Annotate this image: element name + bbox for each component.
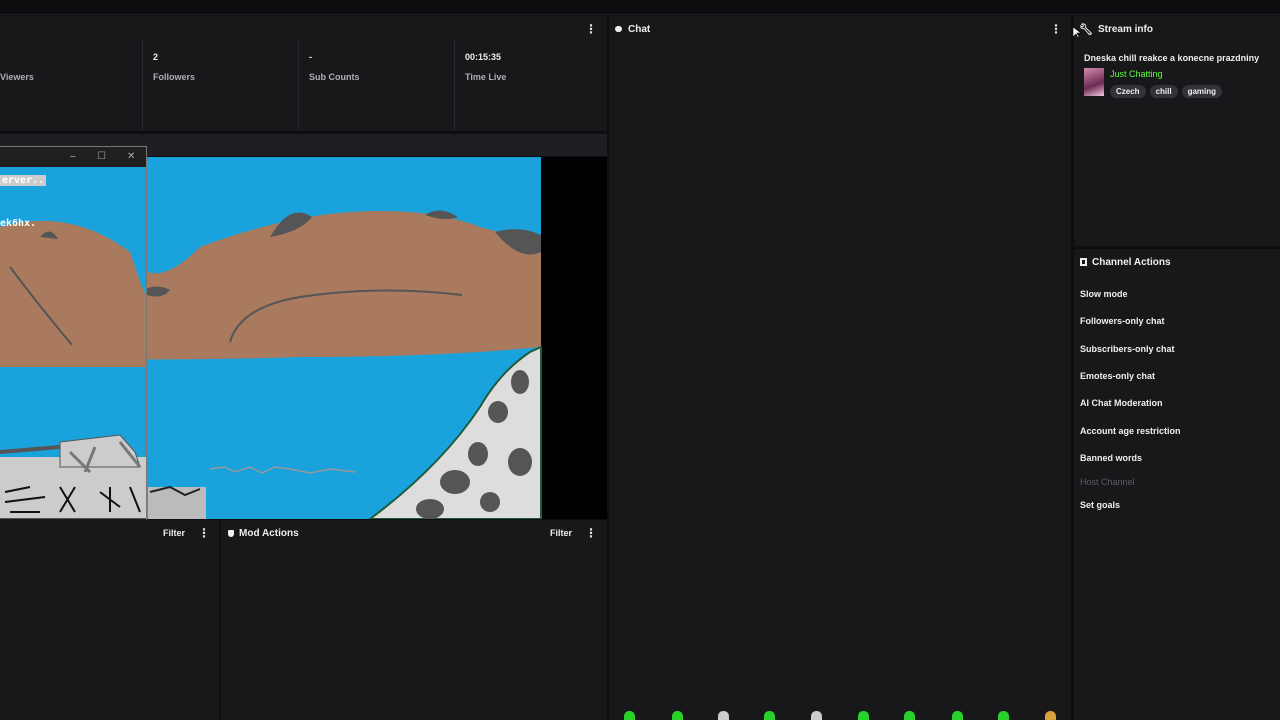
minimize-icon[interactable]: – [70,151,76,162]
stream-tag[interactable]: gaming [1181,85,1223,98]
action-slow-mode[interactable]: Slow mode [1080,289,1128,299]
stat-time-live: 00:15:35 Time Live [455,40,607,130]
stat-value: 2 [153,52,159,62]
window-titlebar[interactable]: – ☐ ✕ [0,147,146,167]
emote-icon[interactable] [904,711,915,720]
stat-label: Followers [153,72,196,82]
chat-panel: Chat [609,16,1071,720]
emote-icon[interactable] [718,711,729,720]
channel-actions-title: Channel Actions [1092,256,1171,268]
mod-shield-icon [228,529,234,537]
stat-divider [298,40,299,130]
clipboard-icon [1080,258,1087,266]
emote-icon[interactable] [811,711,822,720]
action-ai-chat-moderation[interactable]: AI Chat Moderation [1080,398,1163,408]
maximize-icon[interactable]: ☐ [97,151,106,162]
mouse-cursor-icon [1073,27,1081,39]
emote-icon[interactable] [1045,711,1056,720]
action-host-channel: Host Channel [1080,477,1135,487]
activity-feed-panel: Filter [0,520,219,720]
chat-menu-kebab-icon[interactable] [1051,22,1061,36]
spot [511,370,529,394]
top-strip [0,0,1280,15]
stat-divider [454,40,455,130]
floating-window[interactable]: – ☐ ✕ erver.. ek6hx. [0,146,147,546]
chat-bubble-icon [615,26,622,32]
action-emotes-only-chat[interactable]: Emotes-only chat [1080,371,1155,381]
emote-icon[interactable] [764,711,775,720]
spot [480,492,500,512]
stream-info-header: 🔧︎ Stream info [1074,16,1280,42]
emote-icon[interactable] [952,711,963,720]
spot [468,442,488,466]
stat-sub-counts: - Sub Counts [299,40,454,130]
mod-filter-button[interactable]: Filter [550,528,572,538]
category-box-art [1084,68,1104,96]
spot [416,499,444,519]
mod-actions-panel: Mod Actions Filter [221,520,607,720]
stat-value: 00:15:35 [465,52,502,62]
stream-tag[interactable]: Czech [1110,85,1146,98]
action-account-age-restriction[interactable]: Account age restriction [1080,426,1181,436]
activity-menu-kebab-icon[interactable] [199,526,209,540]
tank-gun [0,445,61,454]
activity-filter-button[interactable]: Filter [163,528,185,538]
stream-title: Dneska chill reakce a konecne prazdniny [1084,53,1260,63]
stream-category[interactable]: Just Chatting [1110,69,1163,79]
spot [440,470,470,494]
stat-viewers: Viewers [0,40,142,130]
stat-value: - [309,52,312,62]
stat-label: Time Live [465,72,507,82]
action-followers-only-chat[interactable]: Followers-only chat [1080,316,1165,326]
stat-label: Viewers [0,72,34,82]
overlay-text-line: ek6hx. [0,218,37,229]
chat-title: Chat [628,23,651,35]
emote-icon[interactable] [624,711,635,720]
stat-divider [142,40,143,130]
stats-menu-kebab-icon[interactable] [586,22,596,36]
stat-label: Sub Counts [309,72,360,82]
stat-followers: 2 Followers [143,40,298,130]
action-set-goals[interactable]: Set goals [1080,500,1120,510]
wrench-icon: 🔧︎ [1079,23,1093,36]
stream-tags: Czech chill gaming [1110,83,1226,98]
chat-header: Chat [609,16,1071,42]
stream-tag[interactable]: chill [1149,85,1178,98]
spot [508,448,532,476]
spot [488,401,508,423]
action-subscribers-only-chat[interactable]: Subscribers-only chat [1080,344,1175,354]
close-icon[interactable]: ✕ [127,151,135,162]
mod-menu-kebab-icon[interactable] [586,526,596,540]
action-banned-words[interactable]: Banned words [1080,453,1142,463]
stream-info-panel: 🔧︎ Stream info Dneska chill reakce a kon… [1074,16,1280,246]
emote-icon[interactable] [858,711,869,720]
emote-icon[interactable] [672,711,683,720]
channel-actions-header: Channel Actions [1074,249,1280,275]
emote-icon[interactable] [998,711,1009,720]
mod-actions-title: Mod Actions [239,527,299,539]
overlay-text-line: erver.. [0,175,47,186]
stream-info-title: Stream info [1097,23,1153,35]
hill [0,220,146,367]
